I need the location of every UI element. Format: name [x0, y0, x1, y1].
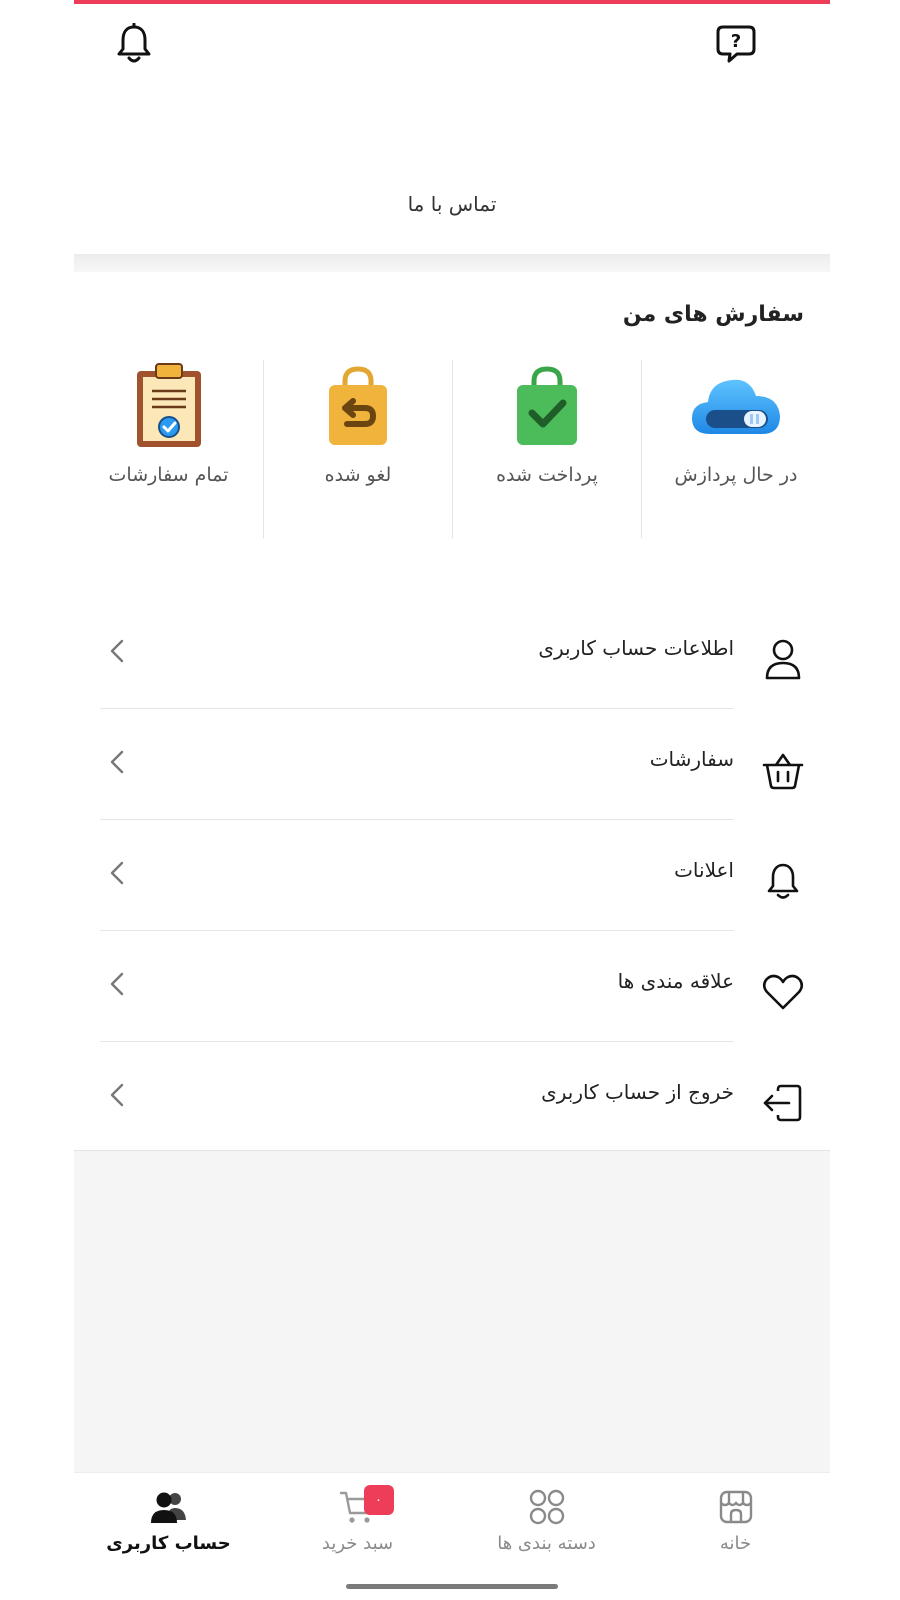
menu-item-label: سفارشات: [649, 747, 734, 771]
clipboard-check-icon: [136, 363, 201, 447]
order-status-label: در حال پردازش: [674, 464, 798, 486]
menu-item-logout[interactable]: خروج از حساب کاربری: [74, 1042, 830, 1153]
order-status-paid[interactable]: پرداخت شده: [452, 360, 641, 538]
cancelled-bag-icon: [329, 366, 387, 445]
menu-item-favorites[interactable]: علاقه مندی ها: [74, 931, 830, 1042]
users-icon: [150, 1492, 186, 1523]
svg-text:?: ?: [731, 31, 741, 52]
section-divider: [74, 254, 830, 272]
account-screen: ? تماس با ما سفارش های من در حال پردازش …: [74, 0, 830, 1600]
order-status-all[interactable]: تمام سفارشات: [74, 360, 263, 538]
order-status-cancelled[interactable]: لغو شده: [263, 360, 452, 538]
contact-us-link[interactable]: تماس با ما: [74, 192, 830, 216]
nav-label: حساب کاربری: [106, 1533, 231, 1554]
chevron-left-icon: [110, 1083, 124, 1107]
account-menu: اطلاعات حساب کاربری سفارشات اعلانات علاق…: [74, 598, 830, 1153]
nav-label: سبد خرید: [321, 1533, 394, 1554]
menu-item-orders[interactable]: سفارشات: [74, 709, 830, 820]
menu-item-account-info[interactable]: اطلاعات حساب کاربری: [74, 598, 830, 709]
menu-item-label: اعلانات: [674, 858, 734, 882]
menu-item-notifications[interactable]: اعلانات: [74, 820, 830, 931]
chevron-left-icon: [110, 639, 124, 663]
nav-item-cart[interactable]: ۰ سبد خرید: [263, 1473, 452, 1573]
cart-count-badge: ۰: [363, 1485, 394, 1515]
nav-label: دسته بندی ها: [497, 1533, 596, 1554]
empty-content-area: [74, 1150, 830, 1472]
processing-cloud-icon: [692, 379, 780, 434]
user-icon: [765, 639, 801, 680]
chevron-left-icon: [110, 750, 124, 774]
order-status-processing[interactable]: در حال پردازش: [641, 360, 830, 538]
chevron-left-icon: [110, 861, 124, 885]
order-status-row: در حال پردازش پرداخت شده لغو شده تمام سف…: [74, 360, 830, 538]
bell-icon: [767, 863, 799, 899]
my-orders-title: سفارش های من: [622, 302, 804, 327]
menu-item-label: خروج از حساب کاربری: [541, 1080, 734, 1104]
menu-item-label: علاقه مندی ها: [617, 969, 734, 993]
categories-grid-icon: [529, 1489, 564, 1525]
bell-icon: [117, 23, 151, 63]
paid-bag-icon: [517, 366, 577, 445]
top-accent-bar: [74, 0, 830, 4]
nav-label: خانه: [719, 1533, 752, 1554]
basket-icon: [762, 753, 804, 790]
shop-icon: [719, 1490, 752, 1524]
question-chat-icon: ?: [716, 25, 756, 63]
order-status-label: لغو شده: [324, 464, 392, 486]
chevron-left-icon: [110, 972, 124, 996]
menu-item-label: اطلاعات حساب کاربری: [538, 636, 734, 660]
nav-item-home[interactable]: خانه: [641, 1473, 830, 1573]
nav-item-categories[interactable]: دسته بندی ها: [452, 1473, 641, 1573]
nav-item-account[interactable]: حساب کاربری: [74, 1473, 263, 1573]
notifications-button[interactable]: [112, 22, 156, 66]
order-status-label: تمام سفارشات: [108, 464, 229, 486]
logout-icon: [763, 1084, 802, 1122]
bottom-navigation: خانه دسته بندی ها ۰ سبد خرید حساب کاربری: [74, 1472, 830, 1600]
help-button[interactable]: ?: [714, 22, 758, 66]
heart-icon: [762, 974, 804, 1010]
order-status-label: پرداخت شده: [496, 464, 598, 486]
home-indicator[interactable]: [346, 1584, 558, 1589]
